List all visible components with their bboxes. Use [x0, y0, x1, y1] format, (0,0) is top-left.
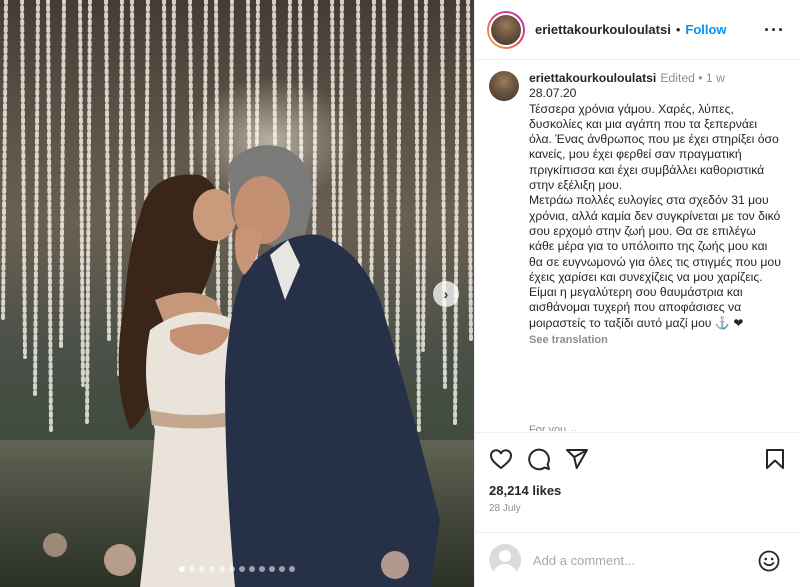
carousel-dot	[259, 566, 265, 572]
comment-icon[interactable]	[527, 447, 551, 471]
carousel-dot	[239, 566, 245, 572]
carousel-dots	[0, 566, 474, 572]
post-header: eriettakourkouloulatsi • Follow ···	[475, 0, 800, 60]
paper-plane-icon[interactable]	[565, 447, 589, 471]
caption-header: eriettakourkouloulatsi Edited • 1 w	[529, 71, 783, 86]
carousel-dot	[199, 566, 205, 572]
comment-input[interactable]	[533, 552, 753, 568]
post-actions: 28,214 likes 28 July	[475, 432, 800, 532]
post-date[interactable]: 28 July	[489, 503, 521, 514]
post-side-panel: eriettakourkouloulatsi • Follow ··· erie…	[474, 0, 800, 587]
carousel-dot	[219, 566, 225, 572]
likes-count[interactable]: 28,214 likes	[489, 483, 561, 498]
see-translation-link[interactable]: See translation	[529, 333, 783, 348]
caption-text: 28.07.20 Τέσσερα χρόνια γάμου. Χαρές, λύ…	[529, 86, 781, 330]
carousel-next-button[interactable]: ›	[433, 281, 459, 307]
couple-kissing-figures	[43, 145, 440, 587]
caption-meta: Edited • 1 w	[660, 71, 725, 85]
chevron-right-icon: ›	[443, 286, 449, 302]
caption-username[interactable]: eriettakourkouloulatsi	[529, 71, 656, 85]
carousel-dot	[289, 566, 295, 572]
viewer-avatar	[489, 544, 521, 576]
author-username[interactable]: eriettakourkouloulatsi	[535, 22, 671, 37]
carousel-dot	[269, 566, 275, 572]
more-options-button[interactable]: ···	[764, 20, 785, 41]
comment-bar	[475, 532, 800, 587]
caption-row: eriettakourkouloulatsi Edited • 1 w 28.07…	[489, 71, 787, 348]
action-icons-row	[489, 447, 589, 471]
author-avatar	[489, 12, 523, 47]
caption-avatar[interactable]	[489, 71, 519, 101]
heart-icon[interactable]	[489, 447, 513, 471]
carousel-dot	[209, 566, 215, 572]
carousel-dot	[279, 566, 285, 572]
carousel-dot	[189, 566, 195, 572]
follow-button[interactable]: Follow	[685, 22, 726, 37]
post-image[interactable]: ›	[0, 0, 474, 587]
carousel-dot	[249, 566, 255, 572]
carousel-dot	[229, 566, 235, 572]
bookmark-icon[interactable]	[763, 447, 787, 471]
carousel-dot	[179, 566, 185, 572]
caption-body: eriettakourkouloulatsi Edited • 1 w 28.07…	[529, 71, 783, 348]
smiley-icon[interactable]	[757, 549, 781, 573]
caption-scroll-area[interactable]: eriettakourkouloulatsi Edited • 1 w 28.07…	[475, 61, 800, 431]
truncated-caption-line: For you ⌄	[529, 424, 579, 431]
story-ring[interactable]	[487, 10, 525, 49]
header-separator: •	[675, 22, 681, 37]
